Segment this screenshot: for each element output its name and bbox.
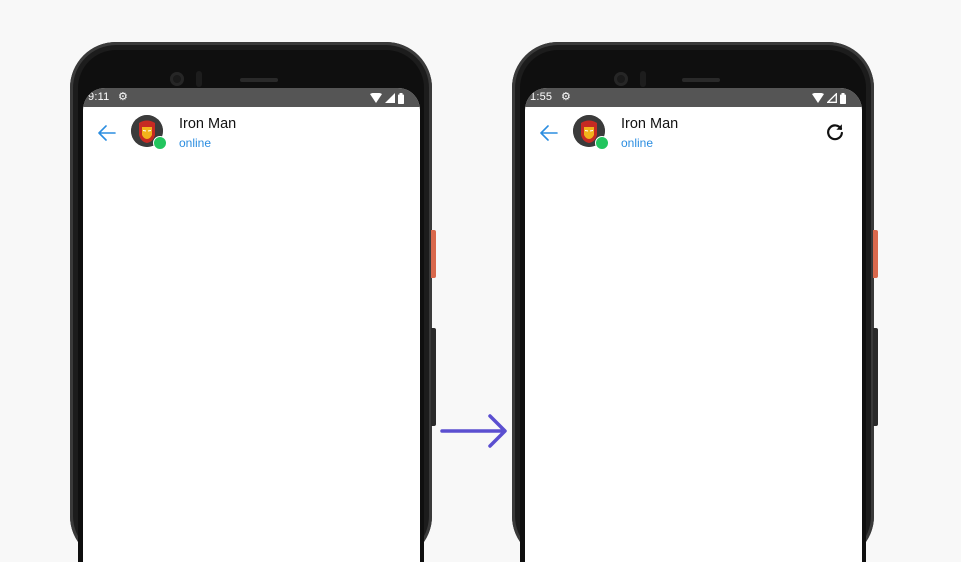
wifi-icon — [812, 93, 824, 103]
refresh-icon[interactable] — [824, 121, 846, 143]
status-icons — [370, 92, 404, 104]
contact-name[interactable]: Iron Man — [621, 116, 678, 132]
earpiece-speaker — [240, 78, 278, 82]
avatar[interactable] — [573, 115, 609, 150]
battery-icon — [840, 92, 846, 104]
volume-button — [431, 328, 436, 426]
front-camera — [170, 72, 184, 86]
phone-before: 9:11 ⚙ Iron Man online — [70, 42, 436, 562]
power-button — [873, 230, 878, 278]
settings-gear-icon: ⚙ — [561, 91, 571, 103]
status-bar: 9:11 ⚙ — [83, 88, 420, 107]
status-time: 1:55 — [530, 91, 553, 103]
status-bar: 1:55 ⚙ — [525, 88, 862, 107]
screen: 9:11 ⚙ Iron Man online — [83, 88, 420, 562]
power-button — [431, 230, 436, 278]
back-arrow-icon[interactable] — [97, 123, 117, 143]
back-arrow-icon[interactable] — [539, 123, 559, 143]
battery-icon — [398, 92, 404, 104]
chat-header: Iron Man online — [83, 107, 420, 159]
front-camera — [614, 72, 628, 86]
screen: 1:55 ⚙ Iron Man online — [525, 88, 862, 562]
online-indicator — [595, 136, 609, 150]
volume-button — [873, 328, 878, 426]
signal-icon — [385, 93, 395, 103]
status-icons — [812, 92, 846, 104]
contact-name[interactable]: Iron Man — [179, 116, 236, 132]
contact-status: online — [621, 136, 654, 150]
status-time: 9:11 — [88, 91, 110, 103]
online-indicator — [153, 136, 167, 150]
earpiece-speaker — [682, 78, 720, 82]
right-arrow-icon — [440, 414, 507, 448]
chat-header: Iron Man online — [525, 107, 862, 159]
contact-status: online — [179, 136, 212, 150]
phone-after: 1:55 ⚙ Iron Man online — [512, 42, 878, 562]
proximity-sensor — [196, 71, 202, 87]
wifi-icon — [370, 93, 382, 103]
settings-gear-icon: ⚙ — [118, 91, 128, 103]
proximity-sensor — [640, 71, 646, 87]
signal-outline-icon — [827, 93, 837, 103]
avatar[interactable] — [131, 115, 167, 150]
